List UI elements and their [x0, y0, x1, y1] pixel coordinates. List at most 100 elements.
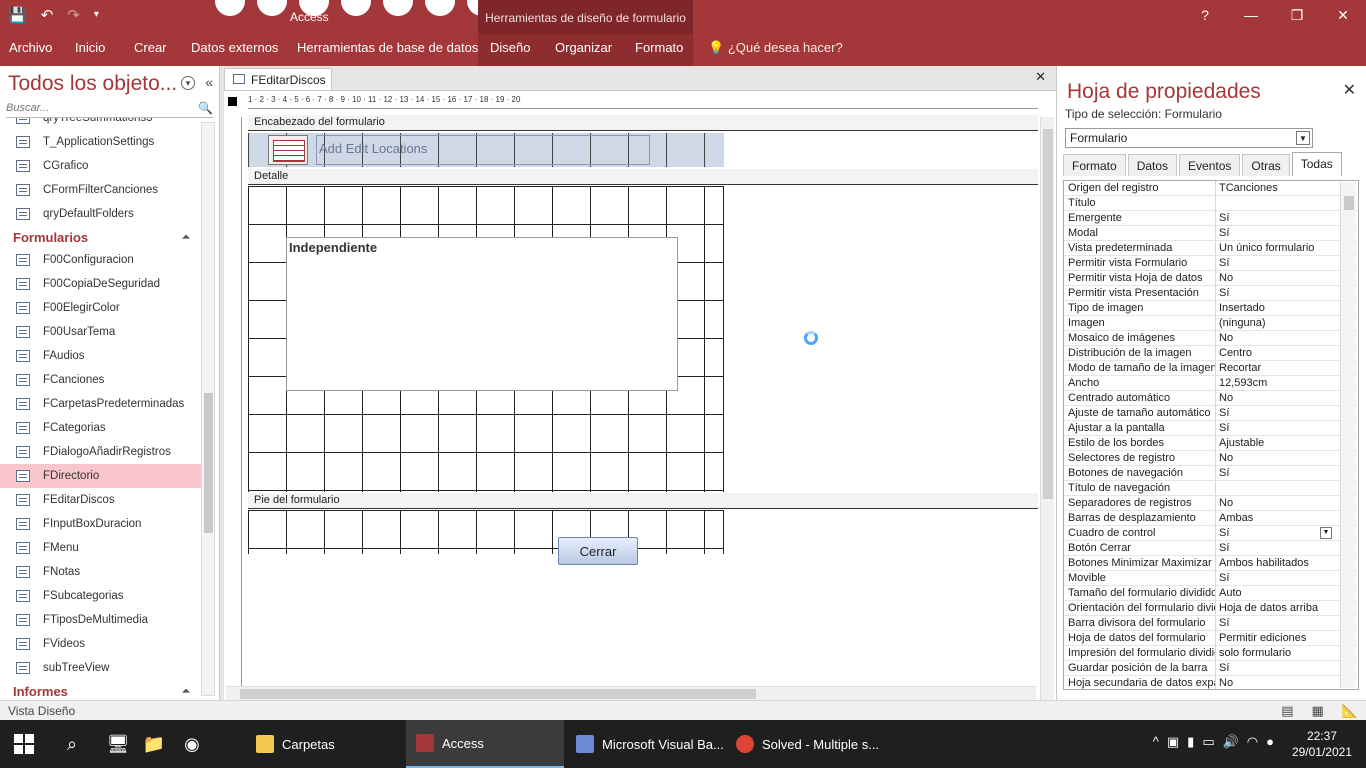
close-icon[interactable]: ✕ [1343, 80, 1356, 100]
property-value[interactable]: No [1216, 331, 1334, 345]
tab-formato[interactable]: Formato [635, 40, 683, 55]
property-value[interactable]: No [1216, 271, 1334, 285]
tab-formato[interactable]: Formato [1063, 154, 1126, 176]
property-row[interactable]: Botones Minimizar Maximizar Ambos habilit… [1064, 556, 1358, 571]
form-selector[interactable] [228, 97, 237, 106]
property-value[interactable]: 12,593cm [1216, 376, 1334, 390]
property-value[interactable]: Sí [1216, 406, 1334, 420]
property-row[interactable]: Permitir vista Presentación Sí [1064, 286, 1358, 301]
list-item[interactable]: FVideos [0, 632, 202, 656]
property-row[interactable]: Distribución de la imagen Centro [1064, 346, 1358, 361]
property-value[interactable]: Un único formulario [1216, 241, 1334, 255]
undo-icon[interactable]: ↶ [41, 6, 54, 24]
property-value[interactable]: No [1216, 496, 1334, 510]
property-value[interactable]: Sí [1216, 571, 1334, 585]
list-item[interactable]: T_ApplicationSettings [0, 130, 202, 154]
task-access[interactable]: Access [406, 720, 564, 768]
group-formularios[interactable]: Formularios ⏶ [0, 226, 202, 248]
property-row[interactable]: Modal Sí [1064, 226, 1358, 241]
header-title-label[interactable]: Add Edit Locations [316, 135, 650, 165]
property-row[interactable]: Orientación del formulario divididoHoja … [1064, 601, 1358, 616]
usb-icon[interactable]: ▮ [1187, 734, 1194, 750]
minimize-button[interactable]: — [1228, 0, 1274, 30]
list-item[interactable]: CFormFilterCanciones [0, 178, 202, 202]
clock[interactable]: 22:37 29/01/2021 [1292, 728, 1352, 760]
property-row[interactable]: Origen del registro TCanciones [1064, 181, 1358, 196]
property-row[interactable]: Barras de desplazamiento Ambas [1064, 511, 1358, 526]
property-value[interactable]: Auto [1216, 586, 1334, 600]
chrome-icon[interactable]: ◉ [178, 730, 206, 758]
property-row[interactable]: Centrado automático No [1064, 391, 1358, 406]
task-carpetas[interactable]: Carpetas [246, 720, 406, 768]
tab-organizar[interactable]: Organizar [555, 40, 612, 55]
chevron-down-icon[interactable]: ▼ [1296, 131, 1310, 145]
property-value[interactable]: No [1216, 391, 1334, 405]
chevron-down-icon[interactable]: ▼ [1320, 527, 1332, 539]
list-item[interactable]: qryTreeSummations3 [0, 118, 202, 130]
close-button[interactable]: ✕ [1320, 0, 1366, 30]
property-row[interactable]: Impresión del formulario dividido solo fo… [1064, 646, 1358, 661]
property-row[interactable]: Mosaico de imágenes No [1064, 331, 1358, 346]
search-input[interactable] [6, 102, 196, 114]
redo-icon[interactable]: ↷ [67, 6, 80, 24]
doc-tab-feditardiscos[interactable]: FEditarDiscos [224, 68, 332, 90]
search-icon[interactable]: 🔍 [198, 101, 213, 115]
list-item[interactable]: FInputBoxDuracion [0, 512, 202, 536]
property-value[interactable]: Ambas [1216, 511, 1334, 525]
doc-horizontal-scrollbar[interactable] [226, 686, 1036, 700]
list-item[interactable]: F00CopiaDeSeguridad [0, 272, 202, 296]
property-value[interactable]: Sí [1216, 226, 1334, 240]
property-row[interactable]: Selectores de registro No [1064, 451, 1358, 466]
computer-icon[interactable]: 🖥 [104, 730, 132, 758]
property-row[interactable]: Permitir vista Hoja de datos No [1064, 271, 1358, 286]
property-row[interactable]: Ancho 12,593cm [1064, 376, 1358, 391]
list-item[interactable]: qryDefaultFolders [0, 202, 202, 226]
property-value[interactable]: No [1216, 676, 1334, 689]
selection-combo[interactable]: Formulario ▼ [1065, 128, 1313, 148]
property-scrollbar[interactable] [1340, 182, 1356, 688]
tab-datos[interactable]: Datos [1127, 154, 1178, 176]
property-value[interactable]: Hoja de datos arriba [1216, 601, 1334, 615]
nav-pane-title[interactable]: Todos los objeto... [8, 72, 177, 95]
property-value[interactable]: No [1216, 451, 1334, 465]
help-button[interactable]: ? [1182, 0, 1228, 30]
search-icon[interactable]: ⌕ [58, 730, 86, 758]
tab-inicio[interactable]: Inicio [75, 40, 105, 55]
property-value[interactable]: Sí [1216, 211, 1334, 225]
property-row[interactable]: Emergente Sí [1064, 211, 1358, 226]
property-value[interactable]: Sí [1216, 421, 1334, 435]
list-item[interactable]: F00ElegirColor [0, 296, 202, 320]
chevron-up-icon[interactable]: ^ [1153, 734, 1159, 750]
property-value[interactable]: Insertado [1216, 301, 1334, 315]
battery-icon[interactable]: ▭ [1202, 734, 1214, 750]
property-row[interactable]: Tamaño del formulario dividido Auto [1064, 586, 1358, 601]
property-value[interactable]: (ninguna) [1216, 316, 1334, 330]
list-item[interactable]: FAudios [0, 344, 202, 368]
app-tray-icon[interactable]: ● [1266, 734, 1274, 750]
form-view-icon[interactable]: ▤ [1281, 703, 1293, 719]
list-item[interactable]: FSubcategorias [0, 584, 202, 608]
list-item[interactable]: FMenu [0, 536, 202, 560]
property-value[interactable]: Sí [1216, 661, 1334, 675]
property-value[interactable]: Centro [1216, 346, 1334, 360]
tab-datos-externos[interactable]: Datos externos [191, 40, 278, 55]
group-informes[interactable]: Informes ⏶ [0, 680, 202, 699]
property-value[interactable]: Ambos habilitados [1216, 556, 1334, 570]
list-item[interactable]: FNotas [0, 560, 202, 584]
task-visual-basic[interactable]: Microsoft Visual Ba... [566, 720, 726, 768]
property-value[interactable] [1216, 481, 1334, 495]
list-item[interactable]: FCategorias [0, 416, 202, 440]
close-doc-icon[interactable]: ✕ [1035, 69, 1046, 85]
list-item[interactable]: F00UsarTema [0, 320, 202, 344]
tab-archivo[interactable]: Archivo [9, 40, 52, 55]
property-row[interactable]: Título de navegación [1064, 481, 1358, 496]
property-row[interactable]: Movible Sí [1064, 571, 1358, 586]
property-row[interactable]: Hoja de datos del formulario Permitir edi… [1064, 631, 1358, 646]
property-value[interactable] [1216, 196, 1334, 210]
customize-qat-icon[interactable]: ▾ [94, 6, 99, 24]
property-row[interactable]: Botones de navegación Sí [1064, 466, 1358, 481]
property-row[interactable]: Vista predeterminada Un único formulario [1064, 241, 1358, 256]
property-value[interactable]: Recortar [1216, 361, 1334, 375]
chevron-down-icon[interactable]: ▾ [181, 76, 195, 90]
property-value[interactable]: Sí [1216, 256, 1334, 270]
